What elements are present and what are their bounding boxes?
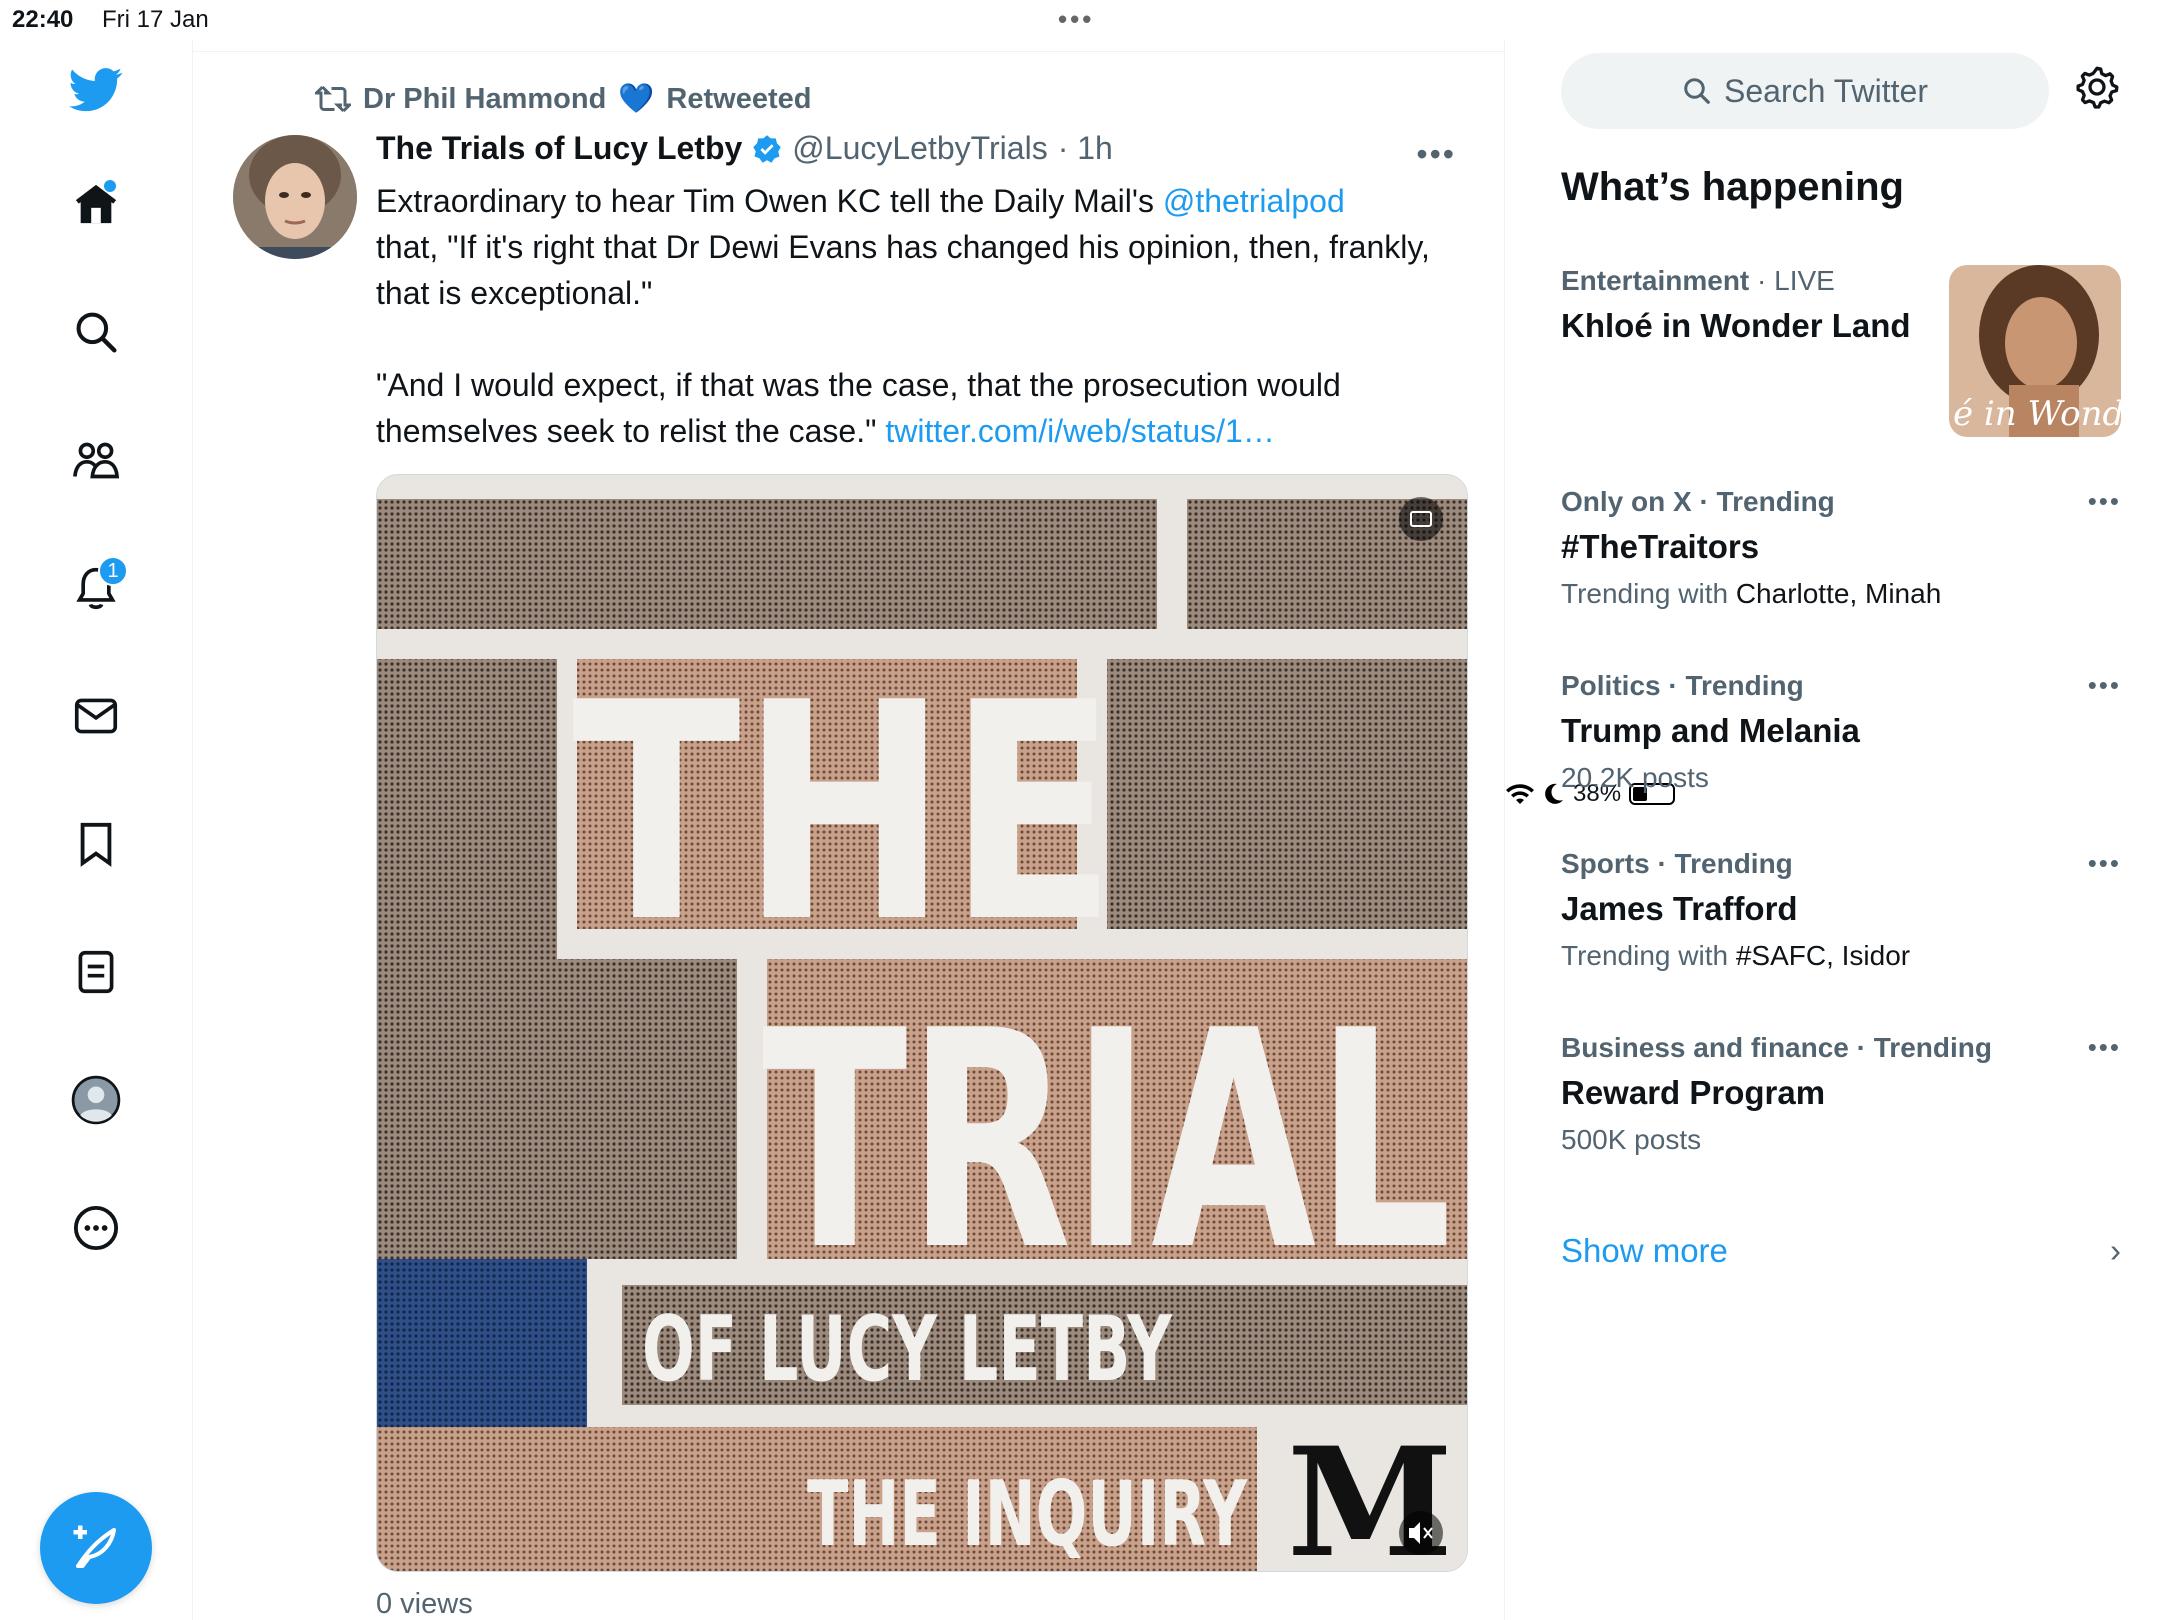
compose-tweet-button[interactable] xyxy=(40,1492,152,1604)
trend-thumbnail: é in Wonder L xyxy=(1949,265,2121,437)
status-link[interactable]: twitter.com/i/web/status/1… xyxy=(885,413,1274,449)
tweet-text: Extraordinary to hear Tim Owen KC tell t… xyxy=(376,178,1456,454)
tweet-media-video[interactable]: THE TRIAL OF LUCY LETBY THE INQUIRY M xyxy=(376,474,1468,1572)
tweet-more-options-icon[interactable]: ••• xyxy=(1416,136,1456,173)
profile-avatar-icon[interactable] xyxy=(56,1060,136,1140)
show-more-link[interactable]: Show more › xyxy=(1561,1232,2121,1270)
search-icon[interactable] xyxy=(56,292,136,372)
bookmarks-icon[interactable] xyxy=(56,804,136,884)
trend-sub-prefix: Trending with xyxy=(1561,940,1736,971)
chevron-right-icon: › xyxy=(2110,1232,2121,1269)
trend-category: Politics · Trending xyxy=(1561,670,1804,701)
compose-feather-icon xyxy=(73,1525,117,1569)
trend-title: #TheTraitors xyxy=(1561,528,1760,565)
tweet-time[interactable]: · 1h xyxy=(1058,130,1113,167)
author-name[interactable]: The Trials of Lucy Letby xyxy=(376,130,742,167)
home-unread-dot xyxy=(104,180,116,192)
tweet-paragraph-2: "And I would expect, if that was the cas… xyxy=(376,362,1456,454)
notifications-icon[interactable]: 1 xyxy=(56,548,136,628)
timeline: Dr Phil Hammond 💙 Retweeted The Trials o… xyxy=(193,40,1505,1620)
trend-subtitle: Trending with Charlotte, Minah xyxy=(1561,578,2121,610)
home-icon[interactable] xyxy=(56,164,136,244)
communities-icon[interactable] xyxy=(56,420,136,500)
trend-post-count: 20.2K posts xyxy=(1561,762,1709,793)
left-navigation: 1 xyxy=(0,40,193,1620)
mention-link[interactable]: @thetrialpod xyxy=(1163,183,1345,219)
blue-heart-emoji: 💙 xyxy=(618,83,655,115)
trend-more-icon[interactable]: ••• xyxy=(2088,486,2121,517)
trend-item[interactable]: Sports · Trending James Trafford Trendin… xyxy=(1561,848,2121,972)
more-options-icon[interactable] xyxy=(56,1188,136,1268)
status-time: 22:40 xyxy=(12,6,74,33)
settings-gear-icon[interactable] xyxy=(2075,65,2127,117)
retweeter-name[interactable]: Dr Phil Hammond xyxy=(363,83,606,116)
trend-live-label: · LIVE xyxy=(1749,265,1835,296)
trend-sub-related: Charlotte, Minah xyxy=(1735,578,1942,609)
search-input[interactable]: Search Twitter xyxy=(1561,53,2049,129)
trend-category: Business and finance · Trending xyxy=(1561,1032,1992,1063)
trend-title: James Trafford xyxy=(1561,890,1798,927)
podcast-artwork: THE TRIAL OF LUCY LETBY THE INQUIRY M xyxy=(377,475,1467,1571)
trend-category: Only on X · Trending xyxy=(1561,486,1835,517)
retweeted-label: Retweeted xyxy=(666,82,812,115)
trend-post-count: 500K posts xyxy=(1561,1124,1702,1155)
tweet-text-part: that, "If it's right that Dr Dewi Evans … xyxy=(376,229,1439,311)
notifications-badge: 1 xyxy=(98,556,128,586)
retweet-context[interactable]: Dr Phil Hammond 💙 Retweeted xyxy=(315,82,811,116)
trend-thumbnail-text: é in Wonder L xyxy=(1953,394,2121,434)
trend-more-icon[interactable]: ••• xyxy=(2088,1032,2121,1063)
trend-item[interactable]: Business and finance · Trending Reward P… xyxy=(1561,1032,2121,1156)
author-avatar[interactable] xyxy=(233,135,357,259)
lists-icon[interactable] xyxy=(56,932,136,1012)
mute-icon[interactable] xyxy=(1399,1511,1443,1555)
search-icon xyxy=(1684,78,1710,104)
retweet-icon xyxy=(315,85,351,113)
trend-title: Reward Program xyxy=(1561,1074,1826,1111)
trend-category: Sports · Trending xyxy=(1561,848,1793,879)
whats-happening-heading: What’s happening xyxy=(1561,165,1904,209)
show-more-label: Show more xyxy=(1561,1232,1728,1269)
tweet-text-part: Extraordinary to hear Tim Owen KC tell t… xyxy=(376,183,1163,219)
messages-icon[interactable] xyxy=(56,676,136,756)
trend-sub-related: #SAFC, Isidor xyxy=(1735,940,1911,971)
trend-item[interactable]: Only on X · Trending #TheTraitors Trendi… xyxy=(1561,486,2121,610)
trend-title: Trump and Melania xyxy=(1561,712,1860,749)
media-series: THE INQUIRY xyxy=(807,1462,1248,1567)
media-title-line1: THE xyxy=(572,639,1117,988)
author-handle[interactable]: @LucyLetbyTrials xyxy=(792,130,1047,167)
media-title-line2: TRIAL xyxy=(762,967,1452,1316)
tweet-header: The Trials of Lucy Letby @LucyLetbyTrial… xyxy=(376,130,1113,167)
verified-badge-icon xyxy=(753,134,782,163)
trend-sub-prefix: Trending with xyxy=(1561,578,1736,609)
tweet-views: 0 views xyxy=(376,1588,473,1620)
trend-item[interactable]: Politics · Trending Trump and Melania 20… xyxy=(1561,670,2121,794)
captions-icon[interactable] xyxy=(1399,497,1443,541)
trend-subtitle: Trending with #SAFC, Isidor xyxy=(1561,940,2121,972)
trend-more-icon[interactable]: ••• xyxy=(2088,848,2121,879)
search-placeholder: Search Twitter xyxy=(1724,72,1928,109)
media-subtitle: OF LUCY LETBY xyxy=(642,1297,1173,1402)
trend-more-icon[interactable]: ••• xyxy=(2088,670,2121,701)
trend-item[interactable]: Entertainment · LIVE Khloé in Wonder Lan… xyxy=(1561,265,2121,437)
trend-category: Entertainment xyxy=(1561,265,1750,296)
twitter-logo-icon[interactable] xyxy=(56,50,136,130)
tweet-paragraph-1: Extraordinary to hear Tim Owen KC tell t… xyxy=(376,178,1456,316)
right-sidebar: Search Twitter What’s happening Entertai… xyxy=(1505,40,2160,1620)
